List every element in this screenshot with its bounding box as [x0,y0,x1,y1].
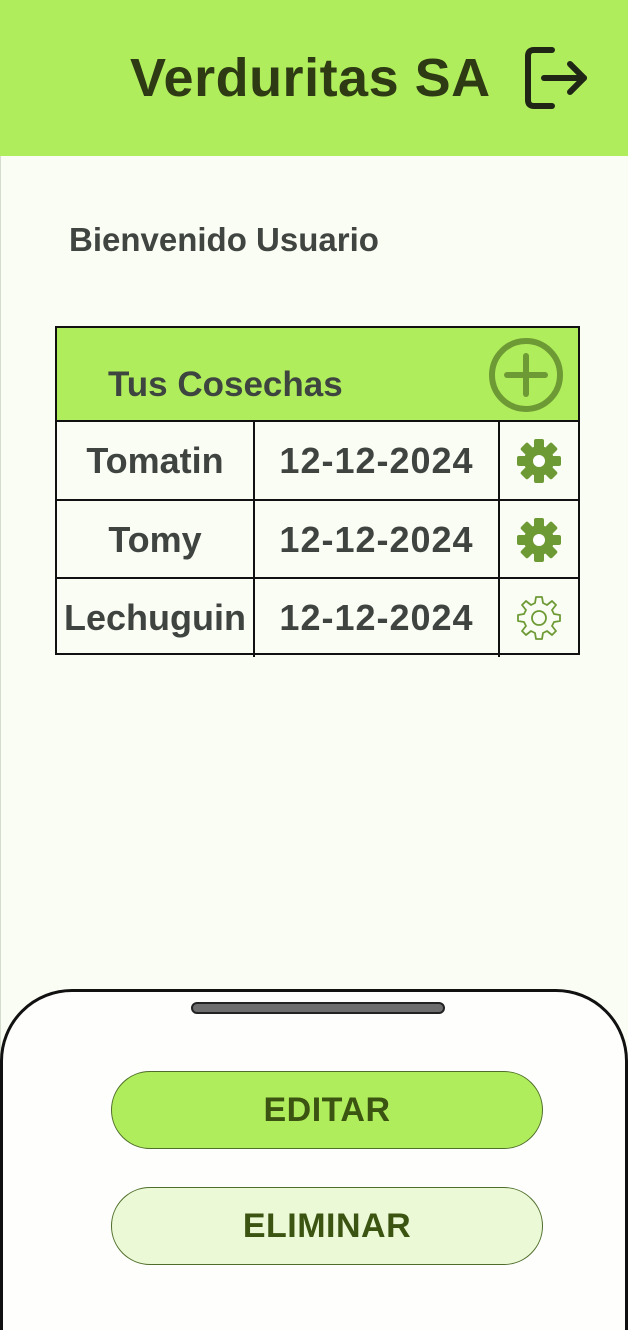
table-row[interactable]: Tomy 12-12-2024 [57,501,578,579]
delete-button[interactable]: ELIMINAR [111,1187,543,1265]
logout-icon[interactable] [520,42,592,114]
welcome-text: Bienvenido Usuario [69,221,379,258]
plus-circle-icon [489,338,563,412]
edit-button[interactable]: EDITAR [111,1071,543,1149]
settings-button[interactable] [500,501,578,579]
settings-button[interactable] [500,579,578,657]
gear-filled-icon [517,439,561,483]
sheet-grabber-handle[interactable] [191,1002,445,1014]
table-header: Tus Cosechas [57,328,578,422]
harvest-date: 12-12-2024 [255,501,500,579]
app-title: Verduritas SA [130,48,491,108]
table-row[interactable]: Lechuguin 12-12-2024 [57,579,578,657]
table-title: Tus Cosechas [108,365,343,404]
bottom-sheet: EDITAR ELIMINAR [0,989,628,1330]
harvest-date: 12-12-2024 [255,422,500,500]
harvest-name: Lechuguin [57,579,255,657]
add-harvest-button[interactable] [487,336,565,414]
gear-outline-icon [517,596,561,640]
harvest-date: 12-12-2024 [255,579,500,657]
settings-button[interactable] [500,422,578,500]
harvest-table: Tus Cosechas Tomatin 12-12-2024 Tomy 12-… [55,326,580,657]
harvest-name: Tomy [57,501,255,579]
gear-filled-icon [517,518,561,562]
harvest-name: Tomatin [57,422,255,500]
app-header: Verduritas SA [0,0,628,156]
table-row[interactable]: Tomatin 12-12-2024 [57,422,578,500]
